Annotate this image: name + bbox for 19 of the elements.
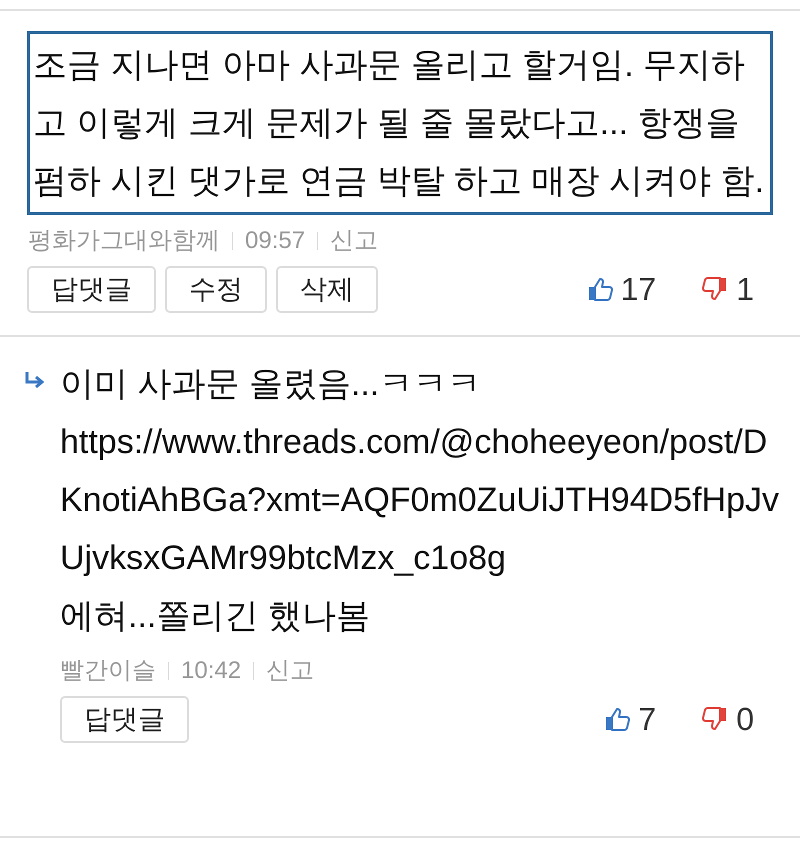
comment-text: https://www.threads.com/@choheeyeon/post/DKnotiAhBGa?xmt=AQF0m0ZuUiJTH94D5fHpJvUjvksxGAMr99btcMzx_c1o8g [60, 422, 780, 579]
like-count: 7 [638, 700, 656, 739]
thumbs-down-icon [702, 276, 728, 302]
dislike-count: 0 [736, 700, 754, 739]
comment-action-button[interactable]: 답댓글 [27, 266, 156, 312]
thumbs-up-icon [586, 276, 613, 302]
comment-action-button[interactable]: 삭제 [276, 266, 378, 312]
comment-time: 10:42 [181, 656, 242, 686]
comment-text: 조금 지나면 아마 사과문 올리고 할거임. 무지하고 이렇게 크게 문제가 될 줄 몰랐다고... 항쟁을 펌하 시킨 댓가로 연금 박탈 하고 매장 시켜야 함. [33, 45, 766, 202]
reply-arrow-icon [24, 371, 46, 391]
comment-text: 에혀...쫄리긴 했나봄 [60, 596, 371, 637]
comment-action-button[interactable]: 수정 [165, 266, 267, 312]
dislike-count: 1 [736, 270, 754, 309]
comment-time: 09:57 [245, 226, 306, 256]
thumbs-down-icon [702, 706, 728, 732]
comment-action-button[interactable]: 답댓글 [60, 696, 189, 742]
comment-text: 이미 사과문 올렸음...ㅋㅋㅋ [60, 364, 482, 405]
thumbs-up-icon [604, 706, 630, 732]
like-count: 17 [620, 270, 656, 309]
